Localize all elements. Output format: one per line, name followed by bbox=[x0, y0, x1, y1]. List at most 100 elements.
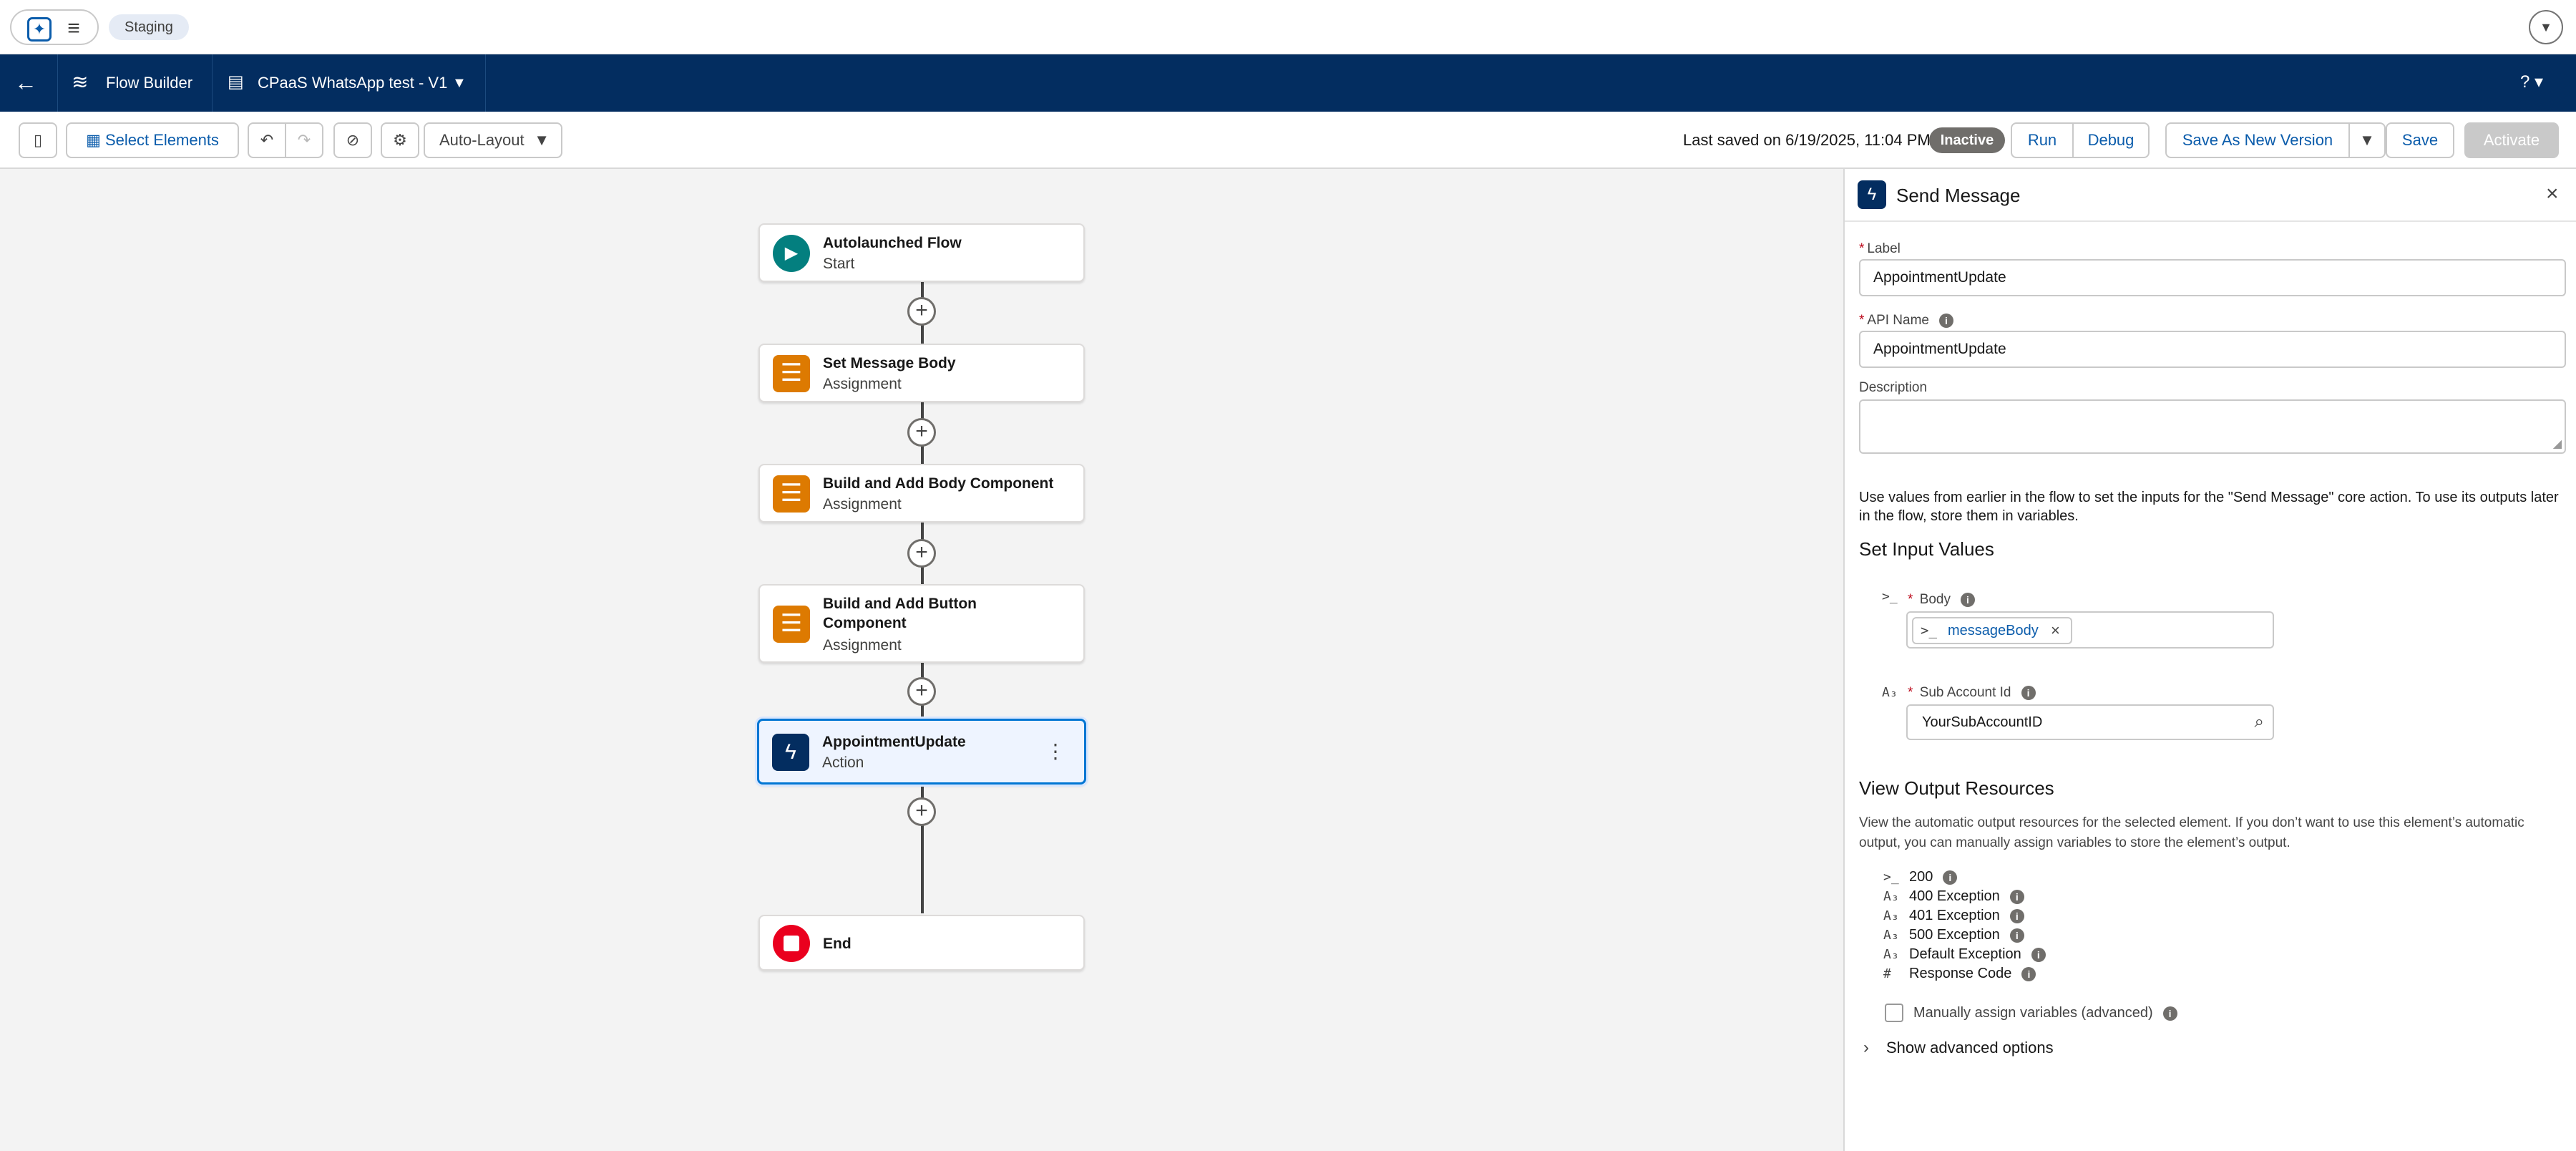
input-help-text: Use values from earlier in the flow to s… bbox=[1859, 490, 2559, 524]
message-body-resource: messageBody bbox=[1948, 623, 2039, 638]
text-type-icon: A₃ bbox=[1883, 928, 1899, 943]
message-body-pill[interactable]: >_ messageBody × bbox=[1912, 617, 2072, 644]
redo-icon[interactable]: ↷ bbox=[285, 122, 323, 158]
info-icon[interactable]: i bbox=[1939, 313, 1953, 328]
end-node[interactable]: End bbox=[758, 915, 1085, 971]
add-element-icon[interactable]: + bbox=[907, 797, 936, 826]
help-menu-icon[interactable]: ? ▾ bbox=[2520, 72, 2543, 93]
info-icon[interactable]: i bbox=[2009, 928, 2024, 943]
flow-navigation: ← ≋ Flow Builder ▤ CPaaS WhatsApp test -… bbox=[0, 54, 2576, 112]
flow-canvas[interactable]: + + + + + ▶ Autolaunched Flow Start ☰ Se… bbox=[0, 169, 1843, 1151]
set-message-body-node[interactable]: ☰ Set Message Body Assignment bbox=[758, 344, 1085, 402]
close-icon[interactable]: × bbox=[2546, 182, 2559, 206]
settings-gear-icon[interactable]: ⚙ bbox=[381, 122, 419, 158]
text-type-icon: A₃ bbox=[1882, 685, 1898, 700]
appointment-update-node[interactable]: ϟ AppointmentUpdate Action ⋮ bbox=[757, 719, 1086, 785]
node-type: Assignment bbox=[823, 496, 902, 513]
info-icon[interactable]: i bbox=[2009, 908, 2024, 923]
node-title: Autolaunched Flow bbox=[823, 235, 962, 251]
more-options-icon[interactable]: ⋮ bbox=[1045, 739, 1065, 767]
resize-handle-icon[interactable]: ◢ bbox=[2553, 437, 2562, 451]
info-icon[interactable]: i bbox=[2021, 685, 2036, 700]
select-elements-button[interactable]: ▦ Select Elements bbox=[66, 122, 239, 158]
api-name-input[interactable]: AppointmentUpdate bbox=[1859, 331, 2566, 368]
play-icon: ▶ bbox=[773, 235, 810, 272]
chevron-down-icon: ▼ bbox=[534, 131, 550, 149]
info-icon[interactable]: i bbox=[1943, 870, 1958, 885]
show-advanced-options-toggle[interactable]: Show advanced options bbox=[1886, 1038, 2054, 1058]
description-textarea[interactable]: ◢ bbox=[1859, 399, 2566, 454]
start-node[interactable]: ▶ Autolaunched Flow Start bbox=[758, 223, 1085, 282]
panel-title: Send Message bbox=[1896, 185, 2021, 206]
chevron-right-icon[interactable]: › bbox=[1863, 1038, 1869, 1058]
add-element-icon[interactable]: + bbox=[907, 677, 936, 706]
hamburger-menu-icon[interactable]: ≡ bbox=[62, 16, 86, 41]
panel-toggle-icon[interactable]: ▯ bbox=[19, 122, 57, 158]
info-icon[interactable]: i bbox=[2021, 966, 2036, 981]
add-element-icon[interactable]: + bbox=[907, 297, 936, 326]
app-name: Flow Builder bbox=[106, 74, 193, 92]
required-marker: * bbox=[1908, 685, 1913, 700]
layout-select-label: Auto-Layout bbox=[439, 131, 525, 149]
inactive-status-badge: Inactive bbox=[1929, 127, 2005, 153]
save-as-new-version-button[interactable]: Save As New Version bbox=[2165, 122, 2350, 158]
output-resource-name: Default Exception bbox=[1909, 946, 2021, 962]
undo-icon[interactable]: ↶ bbox=[248, 122, 286, 158]
block-icon[interactable]: ⊘ bbox=[333, 122, 372, 158]
output-resource-name: Response Code bbox=[1909, 966, 2012, 981]
sub-account-value: YourSubAccountID bbox=[1922, 714, 2043, 730]
select-elements-label: Select Elements bbox=[104, 131, 219, 149]
debug-button[interactable]: Debug bbox=[2072, 122, 2150, 158]
add-element-icon[interactable]: + bbox=[907, 418, 936, 447]
lightning-icon: ϟ bbox=[1858, 180, 1886, 209]
assignment-icon: ☰ bbox=[773, 355, 810, 392]
body-label-text: Body bbox=[1919, 592, 1951, 607]
required-marker: * bbox=[1859, 241, 1865, 256]
sub-account-id-input[interactable]: YourSubAccountID ⌕ bbox=[1906, 704, 2274, 740]
info-icon[interactable]: i bbox=[2009, 889, 2024, 904]
chevron-down-icon[interactable]: ▼ bbox=[2529, 10, 2563, 44]
node-type: Assignment bbox=[823, 637, 902, 654]
chevron-down-icon[interactable]: ▼ bbox=[452, 72, 467, 94]
manual-assign-text: Manually assign variables (advanced) bbox=[1913, 1005, 2153, 1021]
app-switcher[interactable]: ✦ ≡ bbox=[10, 9, 99, 45]
add-element-icon[interactable]: + bbox=[907, 539, 936, 568]
flow-builder-icon: ≋ bbox=[72, 71, 89, 93]
label-input[interactable]: AppointmentUpdate bbox=[1859, 259, 2566, 296]
required-marker: * bbox=[1859, 313, 1865, 328]
output-resource-item: A₃ 401 Exception i bbox=[1883, 906, 2024, 925]
layout-select[interactable]: Auto-Layout ▼ bbox=[424, 122, 562, 158]
nav-divider bbox=[485, 54, 486, 112]
output-resource-item: A₃ Default Exception i bbox=[1883, 945, 2046, 963]
save-button[interactable]: Save bbox=[2386, 122, 2454, 158]
node-title: End bbox=[823, 936, 852, 952]
search-icon[interactable]: ⌕ bbox=[2255, 706, 2264, 739]
text-type-icon: A₃ bbox=[1883, 947, 1899, 962]
output-resource-item: A₃ 400 Exception i bbox=[1883, 887, 2024, 905]
lightning-icon: ϟ bbox=[772, 734, 809, 771]
document-icon: ▤ bbox=[228, 72, 244, 92]
info-icon[interactable]: i bbox=[1961, 592, 1975, 607]
save-status: Last saved on 6/19/2025, 11:04 PM bbox=[1683, 131, 1931, 149]
activate-button[interactable]: Activate bbox=[2464, 122, 2559, 158]
back-arrow-icon[interactable]: ← bbox=[14, 68, 43, 97]
manual-assign-label: Manually assign variables (advanced) i bbox=[1913, 1004, 2177, 1022]
build-body-component-node[interactable]: ☰ Build and Add Body Component Assignmen… bbox=[758, 464, 1085, 523]
info-icon[interactable]: i bbox=[2031, 947, 2046, 962]
save-options-chevron-icon[interactable]: ▼ bbox=[2348, 122, 2386, 158]
assignment-icon: ☰ bbox=[773, 475, 810, 513]
formula-type-icon: >_ bbox=[1882, 589, 1898, 604]
sub-account-label-text: Sub Account Id bbox=[1919, 685, 2011, 700]
output-resource-name: 401 Exception bbox=[1909, 908, 2000, 923]
body-resource-input[interactable]: >_ messageBody × bbox=[1906, 611, 2274, 649]
remove-pill-icon[interactable]: × bbox=[2051, 618, 2060, 643]
output-resource-name: 500 Exception bbox=[1909, 927, 2000, 943]
manual-assign-checkbox[interactable] bbox=[1885, 1004, 1903, 1022]
panel-header: ϟ Send Message × bbox=[1845, 169, 2576, 222]
run-button[interactable]: Run bbox=[2011, 122, 2074, 158]
info-icon[interactable]: i bbox=[2162, 1006, 2177, 1021]
app-launcher-icon[interactable]: ✦ bbox=[27, 17, 52, 42]
build-button-component-node[interactable]: ☰ Build and Add Button Component Assignm… bbox=[758, 584, 1085, 663]
toolbar: ▯ ▦ Select Elements ↶ ↷ ⊘ ⚙ Auto-Layout ▼… bbox=[0, 112, 2576, 169]
required-marker: * bbox=[1908, 592, 1913, 607]
